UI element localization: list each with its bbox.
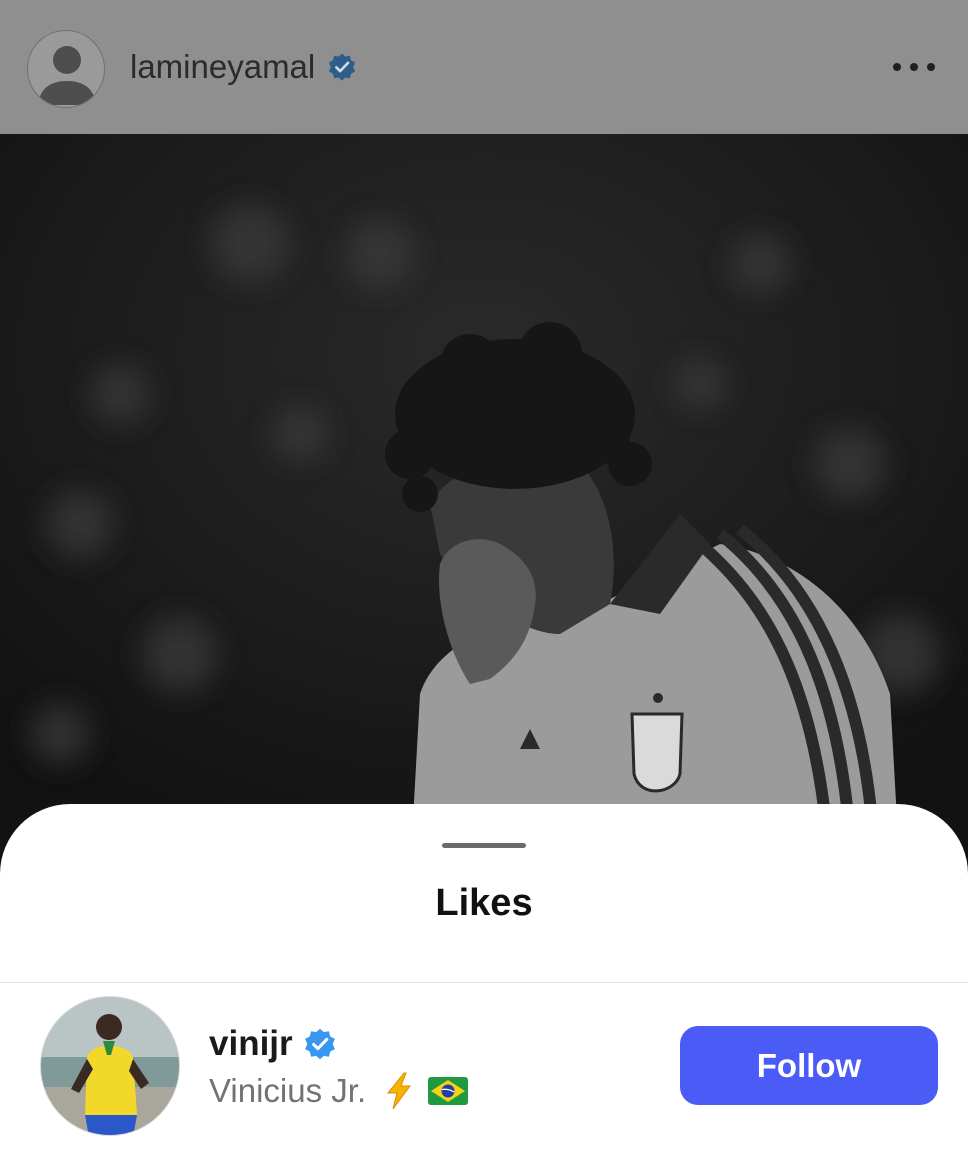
- verified-badge-icon: [329, 53, 356, 81]
- more-options-icon[interactable]: [893, 58, 935, 76]
- bolt-icon: [387, 1072, 412, 1110]
- liker-name-row[interactable]: vinijr: [209, 1024, 337, 1064]
- liker-username[interactable]: vinijr: [209, 1024, 293, 1064]
- default-avatar-icon[interactable]: [27, 30, 105, 108]
- sheet-divider: [0, 982, 968, 983]
- sheet-grabber[interactable]: [442, 843, 526, 848]
- likes-sheet: Likes vinijr Vinicius Jr. Follow: [0, 804, 968, 1162]
- brazil-flag-icon: [428, 1077, 469, 1105]
- post-photo: [0, 134, 968, 874]
- post-username-row[interactable]: lamineyamal: [130, 48, 357, 86]
- sheet-title: Likes: [435, 882, 533, 924]
- avatar[interactable]: [40, 996, 180, 1136]
- list-item[interactable]: vinijr Vinicius Jr. Follow: [0, 994, 968, 1154]
- liker-fullname-row: Vinicius Jr.: [209, 1072, 469, 1110]
- verified-badge-icon: [304, 1028, 335, 1060]
- post-username[interactable]: lamineyamal: [130, 48, 315, 86]
- liker-full-name: Vinicius Jr.: [209, 1072, 367, 1109]
- follow-button[interactable]: Follow: [680, 1026, 938, 1105]
- post-header: lamineyamal: [0, 0, 968, 134]
